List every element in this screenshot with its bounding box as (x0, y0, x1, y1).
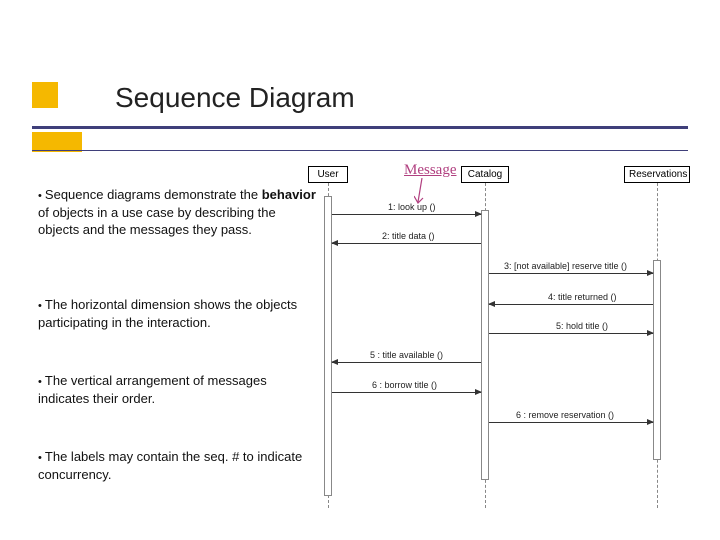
accent-block (32, 82, 58, 108)
msg-1-text: 1: look up () (388, 202, 436, 212)
divider-top (32, 126, 688, 129)
object-user: User (308, 166, 348, 183)
bullet-1-bold: behavior (262, 187, 316, 202)
bullet-4: • The labels may contain the seq. # to i… (38, 448, 318, 483)
message-label: Message (404, 162, 457, 179)
msg-4-line (489, 304, 653, 305)
activation-catalog (481, 210, 489, 480)
msg-6-line (332, 362, 481, 363)
msg-5-line (489, 333, 653, 334)
bullet-3-text: The vertical arrangement of messages ind… (38, 373, 267, 406)
msg-2-text: 2: title data () (382, 231, 435, 241)
msg-7-line (332, 392, 481, 393)
object-catalog: Catalog (461, 166, 509, 183)
bullet-4-text: The labels may contain the seq. # to ind… (38, 449, 302, 482)
msg-6-text: 5 : title available () (370, 350, 443, 360)
msg-3-line (489, 273, 653, 274)
bullet-1-post: of objects in a use case by describing t… (38, 205, 276, 238)
msg-8-text: 6 : remove reservation () (516, 410, 614, 420)
bullet-1-pre: Sequence diagrams demonstrate the (45, 187, 262, 202)
msg-8-line (489, 422, 653, 423)
object-reservations: Reservations (624, 166, 690, 183)
bullet-1: • Sequence diagrams demonstrate the beha… (38, 186, 318, 239)
page-title: Sequence Diagram (115, 82, 355, 114)
accent-bar (32, 132, 82, 152)
msg-3-text: 3: [not available] reserve title () (504, 261, 627, 271)
msg-1-line (332, 214, 481, 215)
bullet-2: • The horizontal dimension shows the obj… (38, 296, 318, 331)
msg-7-text: 6 : borrow title () (372, 380, 437, 390)
divider-bottom (32, 150, 688, 151)
bullet-3: • The vertical arrangement of messages i… (38, 372, 318, 407)
activation-reservations (653, 260, 661, 460)
msg-5-text: 5: hold title () (556, 321, 608, 331)
msg-2-line (332, 243, 481, 244)
msg-4-text: 4: title returned () (548, 292, 617, 302)
bullet-2-text: The horizontal dimension shows the objec… (38, 297, 297, 330)
